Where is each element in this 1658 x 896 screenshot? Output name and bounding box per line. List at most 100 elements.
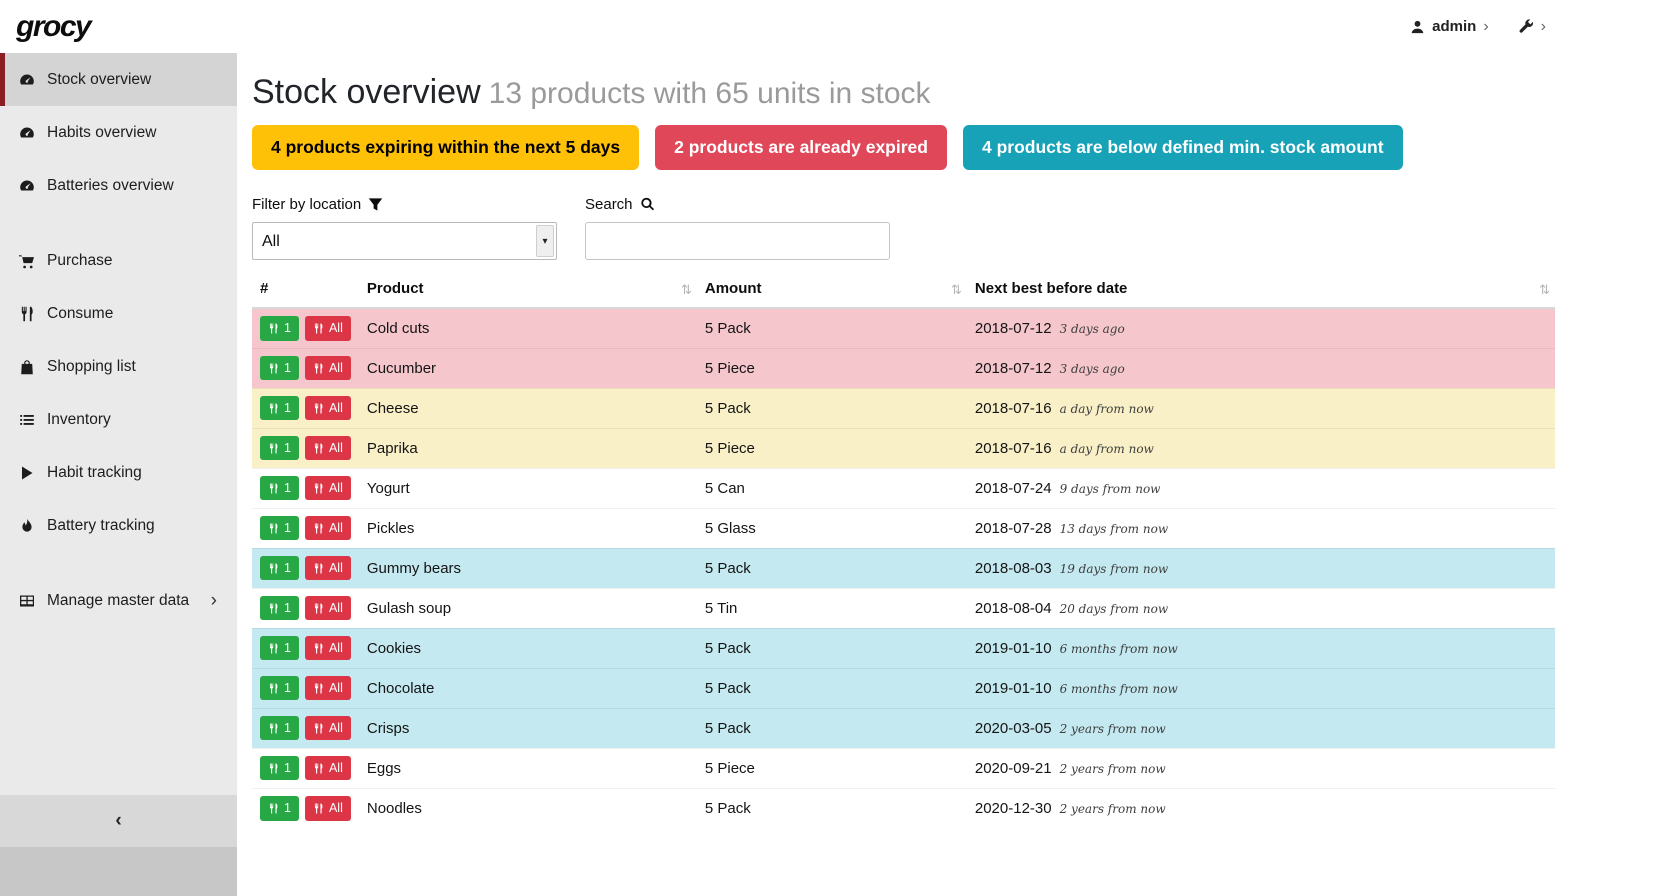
consume-one-button[interactable]: 1 <box>260 316 299 341</box>
table-row: 1AllEggs5 Piece2020-09-212 years from no… <box>252 748 1555 788</box>
user-menu[interactable]: admin › <box>1410 18 1489 35</box>
best-before-cell: 2018-08-0319 days from now <box>967 548 1555 588</box>
sidebar-item-habits-overview[interactable]: Habits overview <box>0 106 237 159</box>
location-select[interactable]: All <box>253 223 556 259</box>
product-amount: 5 Pack <box>697 388 967 428</box>
product-name: Yogurt <box>359 468 697 508</box>
chevron-right-icon: › <box>1483 19 1488 35</box>
sort-icon[interactable]: ⇅ <box>681 282 692 298</box>
sort-icon[interactable]: ⇅ <box>1539 282 1550 298</box>
best-before-cell: 2018-07-2813 days from now <box>967 508 1555 548</box>
consume-one-button[interactable]: 1 <box>260 436 299 461</box>
sidebar-item-battery-tracking[interactable]: Battery tracking <box>0 499 237 552</box>
product-amount: 5 Tin <box>697 588 967 628</box>
consume-all-button[interactable]: All <box>305 516 351 541</box>
sidebar-item-manage-master-data[interactable]: Manage master data› <box>0 574 237 627</box>
table-row: 1AllGummy bears5 Pack2018-08-0319 days f… <box>252 548 1555 588</box>
consume-one-button[interactable]: 1 <box>260 556 299 581</box>
row-button-label: 1 <box>284 762 291 775</box>
sort-icon[interactable]: ⇅ <box>951 282 962 298</box>
status-badge-warning[interactable]: 4 products expiring within the next 5 da… <box>252 125 639 170</box>
row-actions: 1All <box>260 316 351 341</box>
best-before-note: 3 days ago <box>1060 362 1125 376</box>
row-button-label: All <box>329 402 343 415</box>
row-button-label: 1 <box>284 482 291 495</box>
column-header-amount[interactable]: Amount ⇅ <box>697 273 967 308</box>
utensils-icon <box>313 523 324 534</box>
consume-all-button[interactable]: All <box>305 716 351 741</box>
best-before-note: a day from now <box>1060 402 1154 416</box>
sidebar-item-purchase[interactable]: Purchase <box>0 234 237 287</box>
consume-one-button[interactable]: 1 <box>260 636 299 661</box>
table-row: 1AllPaprika5 Piece2018-07-16a day from n… <box>252 428 1555 468</box>
utensils-icon <box>313 443 324 454</box>
sidebar-collapse-button[interactable]: ‹ <box>0 795 237 847</box>
consume-all-button[interactable]: All <box>305 436 351 461</box>
sidebar-item-batteries-overview[interactable]: Batteries overview <box>0 159 237 212</box>
product-name: Gulash soup <box>359 588 697 628</box>
row-button-label: 1 <box>284 722 291 735</box>
row-actions: 1 All <box>260 716 351 741</box>
consume-all-button[interactable]: All <box>305 796 351 821</box>
consume-one-button[interactable]: 1 <box>260 396 299 421</box>
location-select-wrap: All <box>252 222 557 260</box>
page-subtitle: 13 products with 65 units in stock <box>489 77 931 110</box>
consume-one-button[interactable]: 1 <box>260 756 299 781</box>
consume-all-button[interactable]: All <box>305 756 351 781</box>
settings-menu[interactable]: › <box>1519 19 1546 35</box>
best-before-cell: 2018-07-123 days ago <box>967 348 1555 388</box>
consume-one-button[interactable]: 1 <box>260 516 299 541</box>
column-header-product[interactable]: Product ⇅ <box>359 273 697 308</box>
search-input[interactable] <box>585 222 890 260</box>
sidebar-item-stock-overview[interactable]: Stock overview <box>0 53 237 106</box>
main-content: Stock overview13 products with 65 units … <box>237 53 1658 896</box>
utensils-icon <box>313 803 324 814</box>
consume-one-button[interactable]: 1 <box>260 676 299 701</box>
consume-one-button[interactable]: 1 <box>260 356 299 381</box>
sidebar-item-consume[interactable]: Consume <box>0 287 237 340</box>
consume-one-button[interactable]: 1 <box>260 796 299 821</box>
consume-all-button[interactable]: All <box>305 356 351 381</box>
column-header-amount-text: Amount <box>705 280 762 297</box>
utensils-icon <box>268 403 279 414</box>
column-header-product-text: Product <box>367 280 424 297</box>
utensils-icon <box>313 683 324 694</box>
consume-one-button[interactable]: 1 <box>260 716 299 741</box>
status-badge-info[interactable]: 4 products are below defined min. stock … <box>963 125 1403 170</box>
app-logo[interactable]: grocy <box>16 10 90 44</box>
product-name: Paprika <box>359 428 697 468</box>
sidebar-item-shopping-list[interactable]: Shopping list <box>0 340 237 393</box>
column-header-best-before[interactable]: Next best before date ⇅ <box>967 273 1555 308</box>
best-before-cell: 2019-01-106 months from now <box>967 668 1555 708</box>
best-before-note: a day from now <box>1060 442 1154 456</box>
row-button-label: All <box>329 562 343 575</box>
best-before-note: 13 days from now <box>1060 522 1169 536</box>
sidebar-item-inventory[interactable]: Inventory <box>0 393 237 446</box>
status-badge-danger[interactable]: 2 products are already expired <box>655 125 947 170</box>
consume-all-button[interactable]: All <box>305 676 351 701</box>
column-header-number-text: # <box>260 280 268 297</box>
consume-all-button[interactable]: All <box>305 596 351 621</box>
consume-all-button[interactable]: All <box>305 476 351 501</box>
consume-all-button[interactable]: All <box>305 316 351 341</box>
product-name: Cheese <box>359 388 697 428</box>
sidebar-item-label: Manage master data <box>47 592 189 610</box>
consume-all-button[interactable]: All <box>305 396 351 421</box>
wrench-icon <box>1519 19 1534 34</box>
consume-all-button[interactable]: All <box>305 636 351 661</box>
best-before-date: 2018-07-16 <box>975 400 1052 417</box>
row-button-label: 1 <box>284 522 291 535</box>
utensils-icon <box>313 643 324 654</box>
row-button-label: All <box>329 802 343 815</box>
consume-all-button[interactable]: All <box>305 556 351 581</box>
consume-one-button[interactable]: 1 <box>260 476 299 501</box>
grid-icon <box>17 593 36 609</box>
consume-one-button[interactable]: 1 <box>260 596 299 621</box>
row-button-label: 1 <box>284 562 291 575</box>
row-button-label: All <box>329 522 343 535</box>
sidebar-item-habit-tracking[interactable]: Habit tracking <box>0 446 237 499</box>
bag-icon <box>17 359 36 375</box>
best-before-date: 2018-07-16 <box>975 440 1052 457</box>
best-before-cell: 2018-08-0420 days from now <box>967 588 1555 628</box>
row-button-label: All <box>329 722 343 735</box>
